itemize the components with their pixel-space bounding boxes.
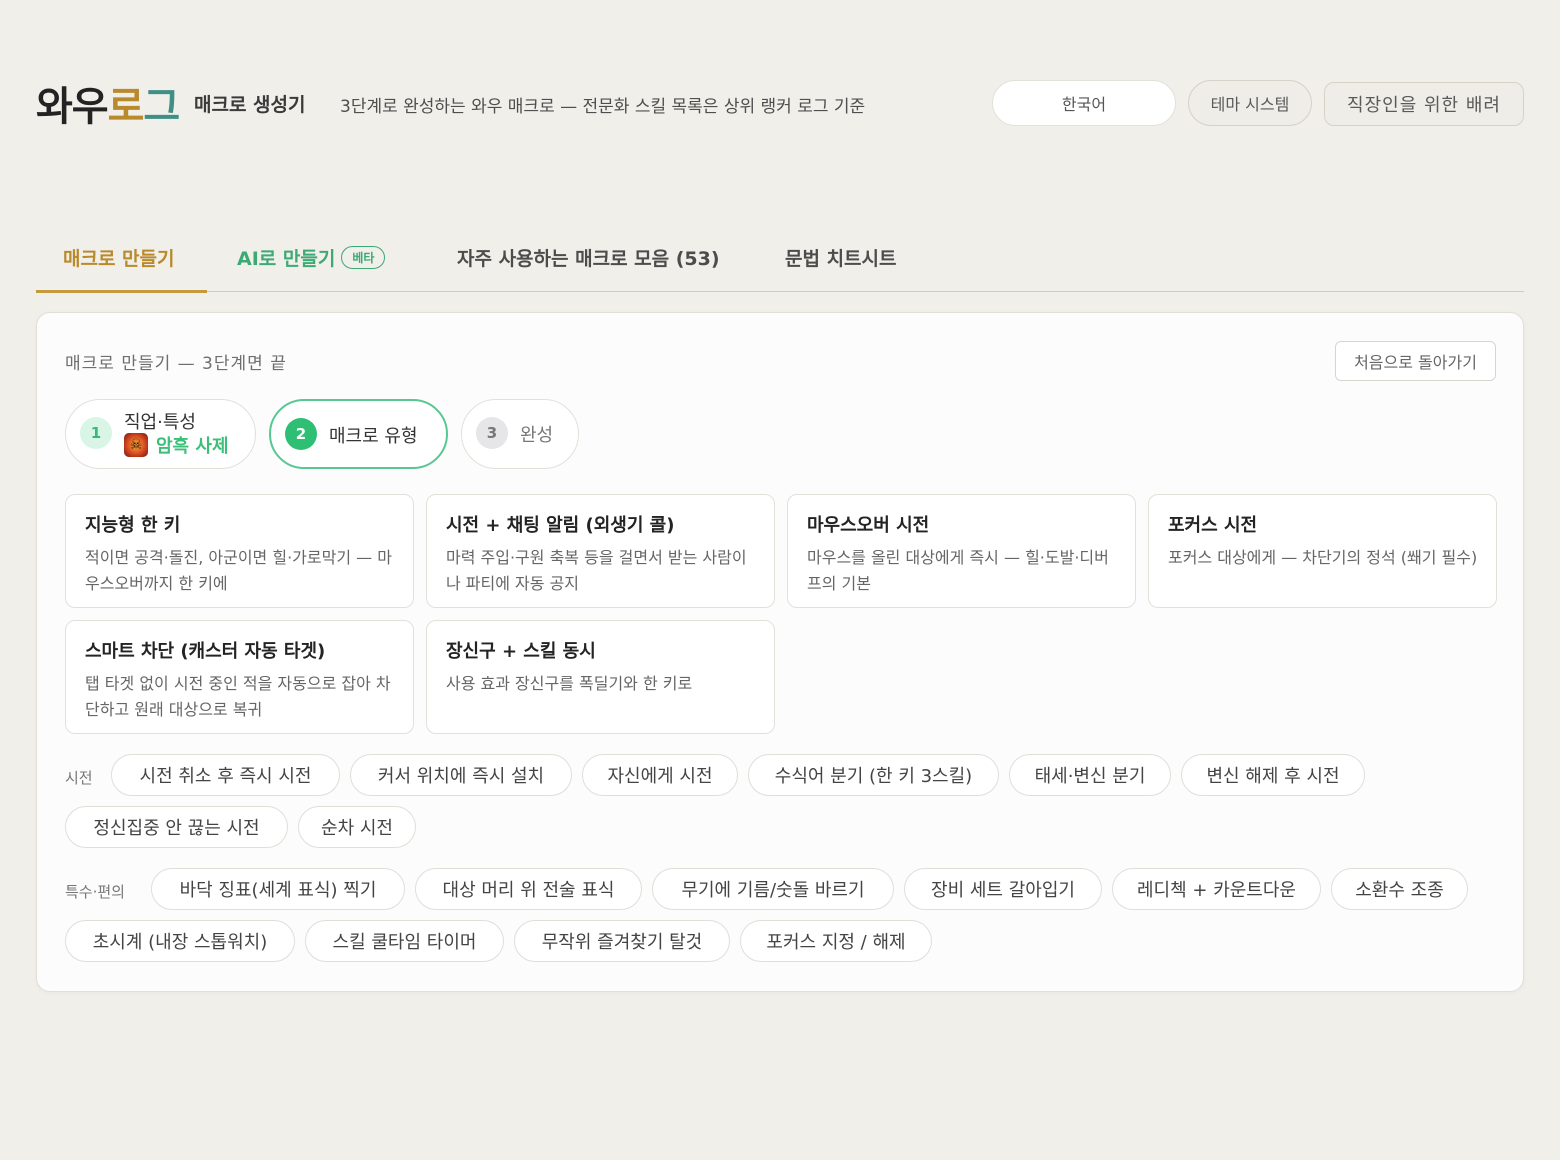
card-description: 마우스를 올린 대상에게 즉시 — 힐·도발·디버프의 기본	[807, 548, 1109, 593]
card-title: 스마트 차단 (캐스터 자동 타겟)	[85, 641, 326, 662]
cast-chip[interactable]: 커서 위치에 즉시 설치	[350, 754, 572, 796]
card-description: 탭 타겟 없이 시전 중인 적을 자동으로 잡아 차단하고 원래 대상으로 복귀	[85, 674, 391, 719]
tab-common-macros[interactable]: 자주 사용하는 매크로 모음 (53)	[457, 244, 720, 271]
theme-button[interactable]: 테마 시스템	[1188, 80, 1312, 126]
step-number: 1	[80, 417, 112, 449]
special-chip[interactable]: 스킬 쿨타임 타이머	[305, 920, 504, 962]
card-description: 사용 효과 장신구를 폭딜기와 한 키로	[446, 674, 693, 693]
selected-spec: ☠ 암흑 사제	[124, 432, 229, 458]
macro-type-card[interactable]: 스마트 차단 (캐스터 자동 타겟) 탭 타겟 없이 시전 중인 적을 자동으로…	[65, 620, 414, 734]
tab-syntax-cheatsheet[interactable]: 문법 치트시트	[785, 244, 897, 271]
cast-chip[interactable]: 태세·변신 분기	[1009, 754, 1171, 796]
special-chip[interactable]: 소환수 조종	[1331, 868, 1468, 910]
step-label: 직업·특성	[124, 412, 196, 433]
special-chip[interactable]: 바닥 징표(세계 표식) 찍기	[151, 868, 405, 910]
cast-chip[interactable]: 변신 해제 후 시전	[1181, 754, 1365, 796]
card-title: 마우스오버 시전	[807, 515, 930, 536]
macro-type-card[interactable]: 지능형 한 키 적이면 공격·돌진, 아군이면 힐·가로막기 — 마우스오버까지…	[65, 494, 414, 608]
app-tagline: 3단계로 완성하는 와우 매크로 — 전문화 스킬 목록은 상위 랭커 로그 기…	[340, 97, 866, 117]
macro-type-card[interactable]: 장신구 + 스킬 동시 사용 효과 장신구를 폭딜기와 한 키로	[426, 620, 775, 734]
cast-chip[interactable]: 수식어 분기 (한 키 3스킬)	[748, 754, 999, 796]
step-number: 3	[476, 417, 508, 449]
step-number: 2	[285, 418, 317, 450]
macro-type-card[interactable]: 마우스오버 시전 마우스를 올린 대상에게 즉시 — 힐·도발·디버프의 기본	[787, 494, 1136, 608]
step-class-spec[interactable]: 1 직업·특성 ☠ 암흑 사제	[65, 399, 256, 469]
card-title: 시전 + 채팅 알림 (외생기 콜)	[446, 515, 675, 536]
card-description: 마력 주입·구원 축복 등을 걸면서 받는 사람이나 파티에 자동 공지	[446, 548, 747, 593]
card-title: 장신구 + 스킬 동시	[446, 641, 596, 662]
macro-builder-panel: 매크로 만들기 — 3단계면 끝 처음으로 돌아가기 1 직업·특성 ☠ 암흑 사…	[36, 312, 1524, 992]
main-tabs: 매크로 만들기 AI로 만들기 베타 자주 사용하는 매크로 모음 (53) 문법…	[36, 238, 1524, 293]
step-label: 매크로 유형	[329, 426, 418, 447]
special-chip[interactable]: 대상 머리 위 전술 표식	[415, 868, 642, 910]
cast-chip[interactable]: 시전 취소 후 즉시 시전	[111, 754, 340, 796]
special-chip[interactable]: 레디첵 + 카운트다운	[1112, 868, 1321, 910]
restart-button[interactable]: 처음으로 돌아가기	[1335, 341, 1496, 381]
special-chip[interactable]: 장비 세트 갈아입기	[904, 868, 1102, 910]
card-description: 적이면 공격·돌진, 아군이면 힐·가로막기 — 마우스오버까지 한 키에	[85, 548, 392, 593]
cast-chip[interactable]: 정신집중 안 끊는 시전	[65, 806, 288, 848]
macro-type-card[interactable]: 포커스 시전 포커스 대상에게 — 차단기의 정석 (쐐기 필수)	[1148, 494, 1497, 608]
card-title: 지능형 한 키	[85, 515, 181, 536]
tab-create-macro[interactable]: 매크로 만들기	[63, 244, 175, 271]
language-select[interactable]: 한국어	[992, 80, 1176, 126]
step-macro-type[interactable]: 2 매크로 유형	[269, 399, 448, 469]
shadow-priest-icon: ☠	[124, 433, 148, 457]
app-logo[interactable]: 와우로그	[36, 74, 180, 132]
special-group-label: 특수·편의	[65, 883, 125, 901]
cast-chip[interactable]: 순차 시전	[298, 806, 416, 848]
card-description: 포커스 대상에게 — 차단기의 정석 (쐐기 필수)	[1168, 548, 1478, 567]
office-mode-button[interactable]: 직장인을 위한 배려	[1324, 82, 1524, 126]
app-header: 와우로그 매크로 생성기 3단계로 완성하는 와우 매크로 — 전문화 스킬 목…	[36, 72, 1524, 132]
special-chip[interactable]: 무기에 기름/숫돌 바르기	[652, 868, 894, 910]
macro-type-card[interactable]: 시전 + 채팅 알림 (외생기 콜) 마력 주입·구원 축복 등을 걸면서 받는…	[426, 494, 775, 608]
active-tab-indicator	[36, 290, 207, 293]
cast-group-label: 시전	[65, 769, 93, 787]
special-chip[interactable]: 포커스 지정 / 해제	[740, 920, 932, 962]
special-chip[interactable]: 초시계 (내장 스톱워치)	[65, 920, 295, 962]
tab-ai-create[interactable]: AI로 만들기 베타	[237, 244, 386, 271]
panel-title: 매크로 만들기 — 3단계면 끝	[65, 354, 287, 374]
cast-chip[interactable]: 자신에게 시전	[582, 754, 738, 796]
app-subtitle: 매크로 생성기	[194, 94, 306, 116]
step-complete[interactable]: 3 완성	[461, 399, 579, 469]
special-chip[interactable]: 무작위 즐겨찾기 탈것	[514, 920, 730, 962]
card-title: 포커스 시전	[1168, 515, 1258, 536]
beta-badge: 베타	[341, 246, 386, 269]
step-label: 완성	[520, 425, 554, 446]
